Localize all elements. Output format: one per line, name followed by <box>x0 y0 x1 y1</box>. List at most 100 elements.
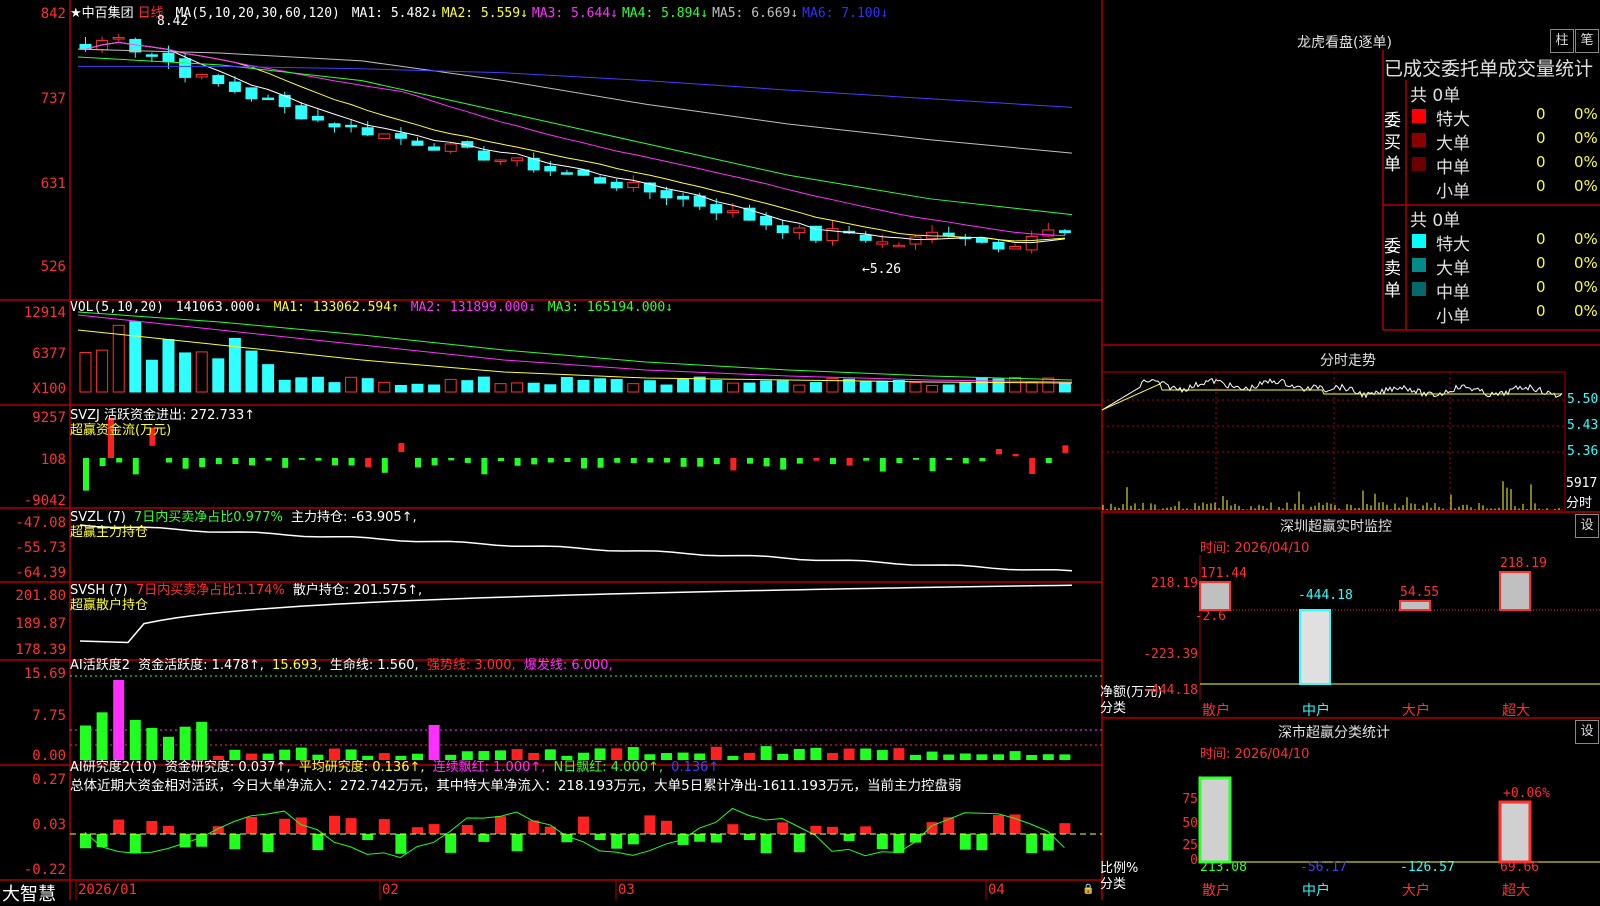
candle <box>162 52 175 63</box>
vol-bar <box>345 376 358 393</box>
stats-title: 已成交委托单成交量统计 <box>1384 58 1594 80</box>
vol-bar <box>129 321 142 393</box>
candle <box>295 105 308 120</box>
candle <box>776 225 789 234</box>
sh-value-1: -56.17 <box>1300 860 1347 875</box>
sh-stats-title: 深市超赢分类统计 <box>1278 725 1390 741</box>
ai1-v3: 生命线: 1.560, <box>329 658 419 673</box>
sh-cat-1: 中户 <box>1302 883 1330 899</box>
vol-bar <box>859 380 872 393</box>
intraday-price-0: 5.50 <box>1567 392 1599 407</box>
candle <box>328 123 341 128</box>
candle <box>693 195 706 207</box>
ai1-bar <box>893 748 905 760</box>
low-marker: ←5.26 <box>862 262 902 277</box>
candle <box>245 87 258 100</box>
high-marker: 8.42 <box>157 14 189 29</box>
vol-bar <box>295 377 308 393</box>
svzj-bar <box>697 458 704 467</box>
tick-mode-button[interactable]: 笔 <box>1575 29 1599 53</box>
vol-ma-line-2 <box>77 314 1073 383</box>
candle <box>361 127 374 136</box>
buy-name-0: 特大 <box>1436 110 1470 130</box>
ai2-line <box>84 807 1065 859</box>
ai2-bar <box>777 822 789 834</box>
svzj-bar <box>747 458 753 464</box>
svzj-bar <box>514 458 521 466</box>
buy-row-1: 大单 0 0% <box>1406 128 1600 154</box>
ai2-bar <box>943 817 955 834</box>
ai2-v3: 连续飘红: 1.000↑, <box>432 760 546 775</box>
sh-settings-button[interactable]: 设 <box>1575 720 1599 744</box>
vol-bar <box>527 382 540 393</box>
svzl-subtitle: 超赢主力持仓 <box>70 525 149 540</box>
sell-pct-2: 0% <box>1574 278 1598 296</box>
vol-bar <box>926 384 939 393</box>
ai2-bar <box>312 834 324 851</box>
stock-name[interactable]: ★中百集团 <box>70 6 134 21</box>
vol-bar <box>643 380 656 393</box>
candle <box>179 58 192 78</box>
vol-bar <box>776 380 789 393</box>
vol-bar <box>743 382 756 393</box>
candle <box>942 232 955 237</box>
lock-icon[interactable]: 🔒 <box>1082 884 1094 895</box>
candle <box>544 166 557 172</box>
sh-bar-0 <box>1198 776 1232 864</box>
ai2-header: AI研究度2(10) 资金研究度: 0.037↑, 平均研究度: 0.136↑,… <box>70 756 723 775</box>
candle <box>992 241 1005 250</box>
sh-cat-3: 超大 <box>1502 883 1530 899</box>
candle <box>710 204 723 214</box>
ai2-bar <box>959 834 971 850</box>
vol-bar <box>959 382 972 393</box>
vol-bar <box>660 384 673 393</box>
ai2-bar <box>793 834 805 853</box>
buy-name-3: 小单 <box>1436 182 1470 202</box>
candle <box>494 159 507 163</box>
ai2-y-1: 0.03 <box>32 817 66 833</box>
vol-bar <box>760 380 773 393</box>
svzj-bar <box>249 458 255 466</box>
svzj-bar <box>215 458 222 465</box>
ai2-bar <box>412 827 423 834</box>
sell-count-0: 0 <box>1536 230 1546 248</box>
svzj-y-0: 9257 <box>32 410 66 426</box>
x-label-0: 2026/01 <box>78 882 138 898</box>
ai2-summary: 总体近期大资金相对活跃，今日大单净流入：272.742万元，其中特大单净流入：2… <box>70 778 962 794</box>
ai1-y-0: 15.69 <box>23 666 66 682</box>
ai2-v2: 平均研究度: 0.136↑, <box>298 760 425 775</box>
ai2-bar <box>561 834 573 843</box>
ai2-bar <box>727 824 739 834</box>
svsh-hold: 散户持仓: 201.575↑, <box>292 583 423 598</box>
svzj-bar <box>863 458 870 461</box>
svzj-bar <box>332 458 338 466</box>
ai2-bar <box>246 816 257 834</box>
sz-bar-0 <box>1199 581 1231 611</box>
svzj-bar <box>846 458 853 466</box>
svzj-bar <box>1012 453 1019 457</box>
candle <box>809 225 822 241</box>
svzl-y-0: -47.08 <box>15 515 66 531</box>
vol-header: VOL(5,10,20) 141063.000↓ MA1: 133062.594… <box>70 300 677 315</box>
svzj-bar <box>481 458 488 475</box>
ai1-bar <box>843 748 855 760</box>
buy-count-2: 0 <box>1536 153 1546 171</box>
ma-item-4: MA4: 5.894↓ <box>621 6 709 21</box>
svzj-bar <box>647 458 654 463</box>
ai2-bar <box>428 824 440 834</box>
buy-label: 委买单 <box>1384 111 1401 175</box>
ai1-bar <box>793 748 805 760</box>
ai2-bar <box>1026 834 1038 854</box>
svzj-bar <box>431 458 438 466</box>
ai1-bar <box>959 753 971 760</box>
svzj-bar <box>913 458 919 460</box>
vol-bar <box>1058 381 1071 393</box>
ai2-bar <box>760 834 772 854</box>
buy-pct-0: 0% <box>1574 105 1598 123</box>
buy-swatch-0 <box>1412 109 1426 123</box>
vol-bar <box>876 380 889 393</box>
sz-settings-button[interactable]: 设 <box>1575 514 1599 538</box>
ma-long-line-5 <box>77 48 1073 154</box>
bar-mode-button[interactable]: 柱 <box>1550 29 1574 53</box>
candle <box>1025 235 1038 251</box>
